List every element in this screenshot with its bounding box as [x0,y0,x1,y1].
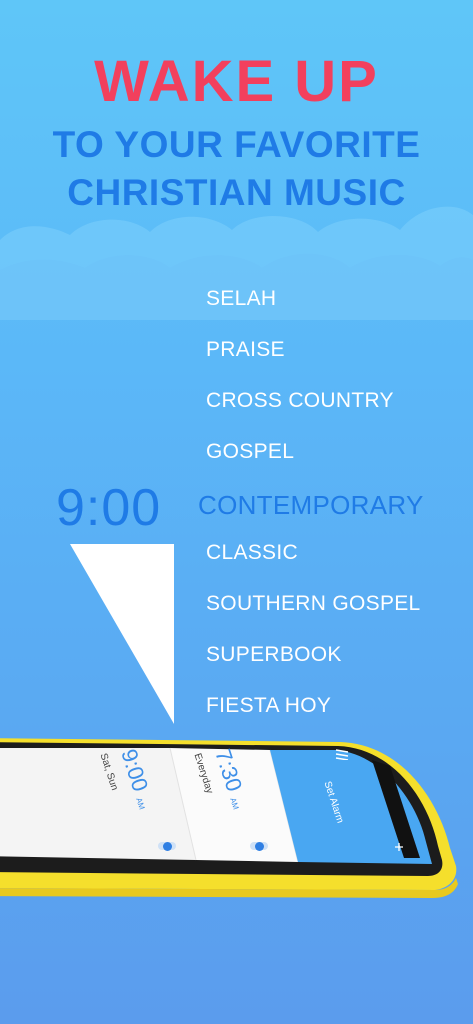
alarm-2-toggle[interactable] [255,842,264,851]
station-item-superbook[interactable]: SUPERBOOK [206,643,342,667]
alarm-1-toggle[interactable] [163,842,172,851]
station-item-southern-gospel[interactable]: SOUTHERN GOSPEL [206,592,421,616]
alarm-time-display: 9:00 [56,479,162,537]
station-item-fiesta-hoy[interactable]: FIESTA HOY [206,694,331,718]
pointer-triangle [70,544,174,724]
phone-mockup: 9:00 AM Sat, Sun 7:30 AM Everyday Set Al… [0,738,460,898]
headline-subtitle-line-1: TO YOUR FAVORITE [52,124,421,165]
add-icon[interactable] [394,842,404,852]
station-item-classic[interactable]: CLASSIC [206,541,298,565]
headline-subtitle-line-2: CHRISTIAN MUSIC [67,172,406,213]
station-item-gospel[interactable]: GOSPEL [206,440,294,464]
station-item-praise[interactable]: PRAISE [206,338,285,362]
station-item-selah[interactable]: SELAH [206,287,276,311]
menu-icon[interactable] [335,748,349,760]
headline-title: WAKE UP [94,49,379,114]
station-item-contemporary[interactable]: CONTEMPORARY [198,490,424,521]
station-item-cross-country[interactable]: CROSS COUNTRY [206,389,394,413]
